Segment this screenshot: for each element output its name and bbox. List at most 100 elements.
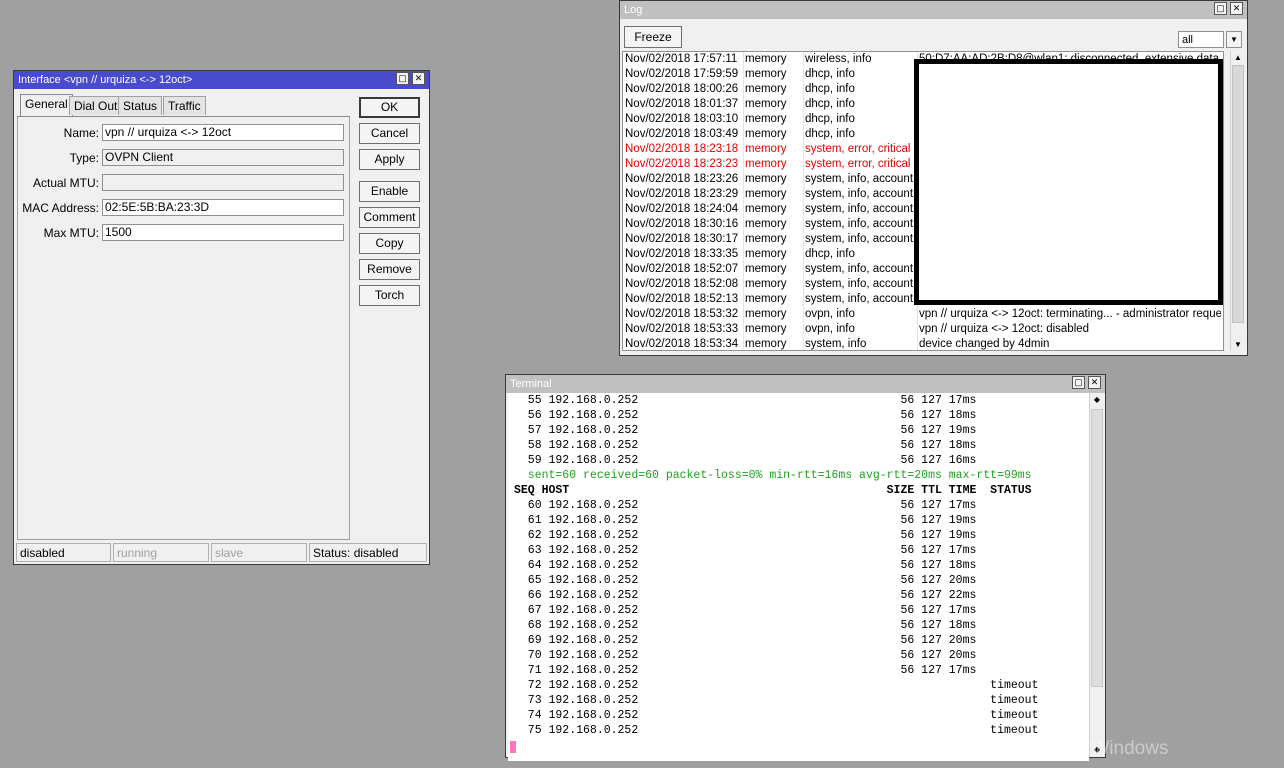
ping-header: SEQ HOST SIZE TTL TIME STATUS [514, 484, 1032, 497]
log-time: Nov/02/2018 18:23:18 [625, 143, 739, 155]
status-running: running [113, 543, 209, 562]
close-icon[interactable]: ✕ [412, 72, 425, 85]
log-buffer: memory [745, 278, 787, 290]
mac-address-label: MAC Address: [22, 201, 99, 215]
dropdown-arrow-icon[interactable]: ▼ [1226, 31, 1242, 48]
maximize-icon[interactable]: ▢ [1214, 2, 1227, 15]
filter-value: all [1178, 31, 1224, 48]
log-scrollbar[interactable]: ▲ ▼ [1230, 51, 1245, 351]
log-topics: dhcp, info [805, 98, 855, 110]
log-buffer: memory [745, 263, 787, 275]
log-message: vpn // urquiza <-> 12oct: terminating...… [919, 308, 1221, 320]
remove-button[interactable]: Remove [359, 259, 420, 280]
log-time: Nov/02/2018 18:53:34 [625, 338, 739, 350]
log-buffer: memory [745, 173, 787, 185]
terminal-titlebar[interactable]: Terminal ▢ ✕ [506, 375, 1105, 393]
close-icon[interactable]: ✕ [1230, 2, 1243, 15]
log-buffer: memory [745, 323, 787, 335]
name-label: Name: [63, 126, 99, 140]
log-buffer: memory [745, 158, 787, 170]
log-row[interactable]: Nov/02/2018 18:53:34 memory system, info de… [623, 337, 1223, 350]
log-buffer: memory [745, 53, 787, 65]
log-topics: dhcp, info [805, 83, 855, 95]
log-title: Log [624, 4, 643, 16]
log-topics: system, error, critical [805, 158, 911, 170]
column-divider [743, 52, 744, 350]
ping-line: 70 192.168.0.252 56 127 20ms [514, 649, 977, 662]
log-time: Nov/02/2018 18:52:13 [625, 293, 739, 305]
apply-button[interactable]: Apply [359, 149, 420, 170]
log-topics: system, info, account [805, 278, 914, 290]
log-titlebar[interactable]: Log ▢ ✕ [620, 1, 1247, 19]
log-time: Nov/02/2018 18:01:37 [625, 98, 739, 110]
log-time: Nov/02/2018 18:24:04 [625, 203, 739, 215]
tab-strip: General Dial Out Status Traffic [20, 94, 350, 116]
scroll-thumb[interactable] [1232, 65, 1244, 323]
log-window: Log ▢ ✕ Freeze all ▼ Nov/02/2018 17:57:1… [619, 0, 1248, 356]
maximize-icon[interactable]: ▢ [1072, 376, 1085, 389]
arrow-up-icon[interactable]: ◆ [1090, 393, 1104, 407]
log-time: Nov/02/2018 18:23:26 [625, 173, 739, 185]
enable-button[interactable]: Enable [359, 181, 420, 202]
log-row[interactable]: Nov/02/2018 18:53:32 memory ovpn, info vpn … [623, 307, 1223, 322]
ping-line: 63 192.168.0.252 56 127 17ms [514, 544, 977, 557]
log-buffer: memory [745, 338, 787, 350]
log-time: Nov/02/2018 18:33:35 [625, 248, 739, 260]
ping-line: 68 192.168.0.252 56 127 18ms [514, 619, 977, 632]
log-buffer: memory [745, 203, 787, 215]
mac-address-field[interactable]: 02:5E:5B:BA:23:3D [102, 199, 344, 216]
status-text: Status: disabled [309, 543, 427, 562]
ping-line: 57 192.168.0.252 56 127 19ms [514, 424, 977, 437]
redaction-box [914, 59, 1223, 305]
scroll-thumb[interactable] [1091, 409, 1103, 687]
comment-button[interactable]: Comment [359, 207, 420, 228]
log-topics: system, info, account [805, 173, 914, 185]
cancel-button[interactable]: Cancel [359, 123, 420, 144]
ping-line: 56 192.168.0.252 56 127 18ms [514, 409, 977, 422]
freeze-button[interactable]: Freeze [624, 26, 682, 48]
tab-status[interactable]: Status [118, 96, 163, 115]
actual-mtu-label: Actual MTU: [32, 176, 99, 190]
ping-line: 75 192.168.0.252 timeout [514, 724, 1039, 737]
torch-button[interactable]: Torch [359, 285, 420, 306]
log-topics: dhcp, info [805, 248, 855, 260]
log-buffer: memory [745, 113, 787, 125]
max-mtu-field[interactable]: 1500 [102, 224, 344, 241]
log-row[interactable]: Nov/02/2018 18:53:33 memory ovpn, info vpn … [623, 322, 1223, 337]
terminal-output[interactable]: 55 192.168.0.252 56 127 17ms 56 192.168.… [508, 393, 1089, 761]
log-time: Nov/02/2018 18:52:08 [625, 278, 739, 290]
log-time: Nov/02/2018 18:30:17 [625, 233, 739, 245]
close-icon[interactable]: ✕ [1088, 376, 1101, 389]
interface-title: Interface <vpn // urquiza <-> 12oct> [18, 74, 193, 86]
interface-titlebar[interactable]: Interface <vpn // urquiza <-> 12oct> ▢ ✕ [14, 71, 429, 89]
log-buffer: memory [745, 218, 787, 230]
tab-dial-out[interactable]: Dial Out [69, 96, 123, 115]
status-disabled: disabled [16, 543, 111, 562]
filter-select[interactable]: all ▼ [1178, 31, 1242, 48]
log-buffer: memory [745, 308, 787, 320]
log-buffer: memory [745, 68, 787, 80]
log-time: Nov/02/2018 18:03:10 [625, 113, 739, 125]
log-time: Nov/02/2018 17:57:11 [625, 53, 738, 65]
arrow-down-icon[interactable]: ▼ [1231, 338, 1245, 351]
arrow-up-icon[interactable]: ▲ [1231, 51, 1245, 64]
ping-line: 71 192.168.0.252 56 127 17ms [514, 664, 977, 677]
maximize-icon[interactable]: ▢ [396, 72, 409, 85]
status-slave: slave [211, 543, 307, 562]
ping-line: 69 192.168.0.252 56 127 20ms [514, 634, 977, 647]
ping-line: 65 192.168.0.252 56 127 20ms [514, 574, 977, 587]
terminal-title: Terminal [510, 378, 552, 390]
ping-line: 60 192.168.0.252 56 127 17ms [514, 499, 977, 512]
tab-traffic[interactable]: Traffic [163, 96, 206, 115]
ok-button[interactable]: OK [359, 97, 420, 118]
max-mtu-label: Max MTU: [43, 226, 99, 240]
terminal-scrollbar[interactable]: ◆ ◆ [1089, 393, 1104, 756]
name-field[interactable]: vpn // urquiza <-> 12oct [102, 124, 344, 141]
activation-watermark: Activar Windows [1028, 738, 1169, 759]
copy-button[interactable]: Copy [359, 233, 420, 254]
tab-general[interactable]: General [20, 94, 73, 116]
column-divider [803, 52, 804, 350]
log-time: Nov/02/2018 18:00:26 [625, 83, 739, 95]
log-message: device changed by 4dmin [919, 338, 1050, 350]
ping-line: 67 192.168.0.252 56 127 17ms [514, 604, 977, 617]
